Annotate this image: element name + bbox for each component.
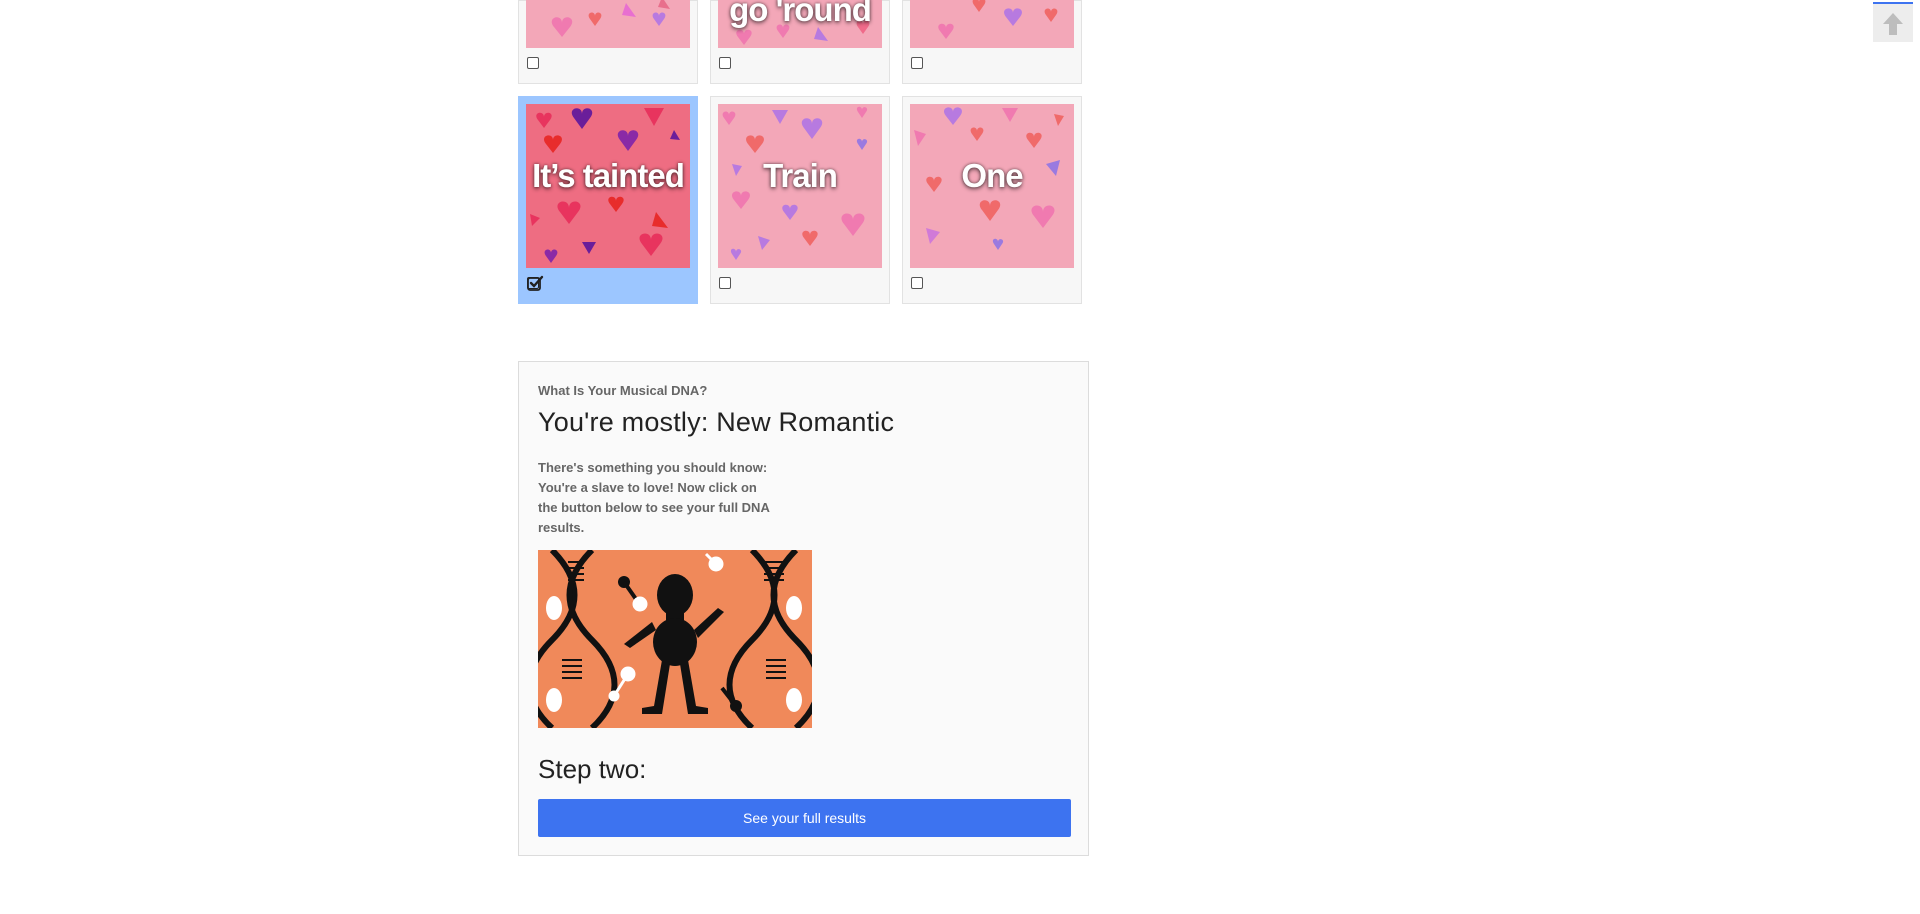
- step-two-heading: Step two:: [538, 754, 647, 784]
- back-to-top-button[interactable]: [1873, 2, 1913, 42]
- quiz-name: What Is Your Musical DNA?: [538, 383, 708, 398]
- answer-tile[interactable]: Train: [710, 96, 890, 304]
- answer-caption: It’s tainted: [532, 157, 685, 194]
- answer-checkbox[interactable]: [911, 57, 923, 69]
- hearts-image: [526, 0, 690, 48]
- answer-tile[interactable]: go 'round: [710, 0, 890, 84]
- answer-checkbox[interactable]: [719, 57, 731, 69]
- answer-checkbox[interactable]: [719, 277, 731, 289]
- quiz-result-card: What Is Your Musical DNA? You're mostly:…: [518, 361, 1089, 856]
- answer-checkbox[interactable]: [527, 57, 539, 69]
- answer-checkbox[interactable]: [911, 277, 923, 289]
- result-description: There's something you should know: You'r…: [538, 460, 770, 535]
- answer-caption: go 'round: [729, 0, 872, 28]
- see-full-results-button[interactable]: See your full results: [538, 799, 1071, 837]
- answer-tile[interactable]: [518, 0, 698, 84]
- answer-checkbox-checked[interactable]: [527, 275, 544, 291]
- answer-tile[interactable]: [902, 0, 1082, 84]
- answer-tile-selected[interactable]: It’s tainted: [518, 96, 698, 304]
- dna-illustration: [538, 550, 812, 728]
- hearts-image: [910, 0, 1074, 48]
- arrow-up-icon: [1883, 13, 1903, 35]
- answer-caption: One: [961, 157, 1023, 194]
- result-headline: You're mostly: New Romantic: [538, 407, 895, 437]
- answer-tile[interactable]: One: [902, 96, 1082, 304]
- answer-caption: Train: [763, 157, 838, 194]
- check-icon: [527, 275, 544, 291]
